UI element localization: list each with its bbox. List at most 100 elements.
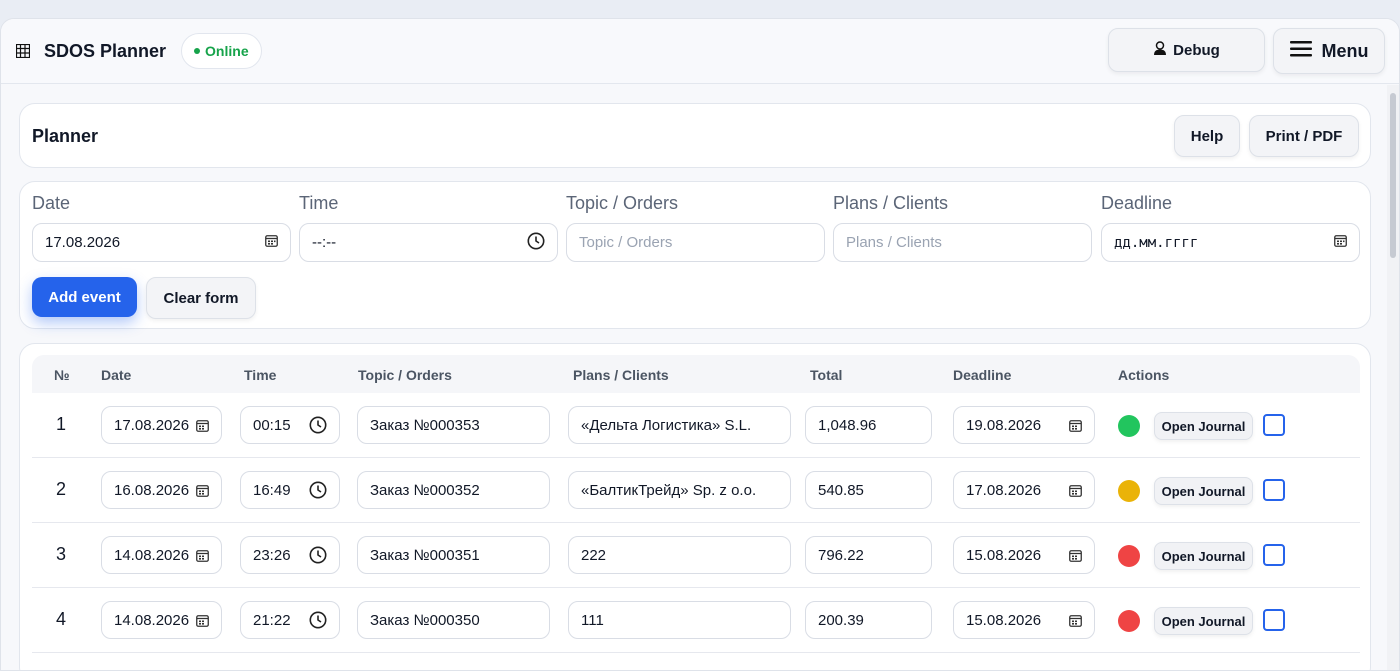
header-topic: Topic / Orders (358, 367, 452, 383)
deadline-input-value: дд.мм.гггг (1114, 234, 1199, 251)
row-total-input[interactable]: 796.22 (805, 536, 932, 574)
table-header: № Date Time Topic / Orders Plans / Clien… (32, 355, 1360, 393)
calendar-icon[interactable] (1069, 549, 1082, 562)
menu-button[interactable]: Menu (1273, 28, 1385, 74)
topbar-actions: Debug Menu (1108, 28, 1385, 74)
event-form-card: Date 17.08.2026 Time --:-- Topic / Order… (19, 181, 1371, 329)
time-input[interactable]: --:-- (299, 223, 558, 262)
row-time-input[interactable]: 00:15 (240, 406, 340, 444)
row-topic-value: Заказ №000350 (370, 611, 480, 629)
calendar-icon[interactable] (1069, 419, 1082, 432)
calendar-icon[interactable] (196, 549, 209, 562)
row-time-input[interactable]: 21:22 (240, 601, 340, 639)
row-total-value: 1,048.96 (818, 416, 877, 434)
calendar-icon[interactable] (265, 234, 278, 251)
topic-placeholder: Topic / Orders (579, 234, 673, 251)
header-num: № (54, 367, 70, 383)
status-indicator (1118, 545, 1140, 567)
row-number: 1 (55, 414, 66, 434)
row-select-checkbox[interactable] (1263, 544, 1285, 566)
row-plans-input[interactable]: 222 (568, 536, 791, 574)
calendar-icon[interactable] (1069, 484, 1082, 497)
menu-label: Menu (1321, 40, 1369, 61)
open-journal-button[interactable]: Open Journal (1154, 607, 1253, 635)
clear-form-button[interactable]: Clear form (146, 277, 256, 319)
row-date-value: 17.08.2026 (114, 416, 190, 434)
clock-icon[interactable] (527, 232, 545, 254)
clock-icon[interactable] (309, 611, 327, 629)
row-date-input[interactable]: 14.08.2026 (101, 601, 222, 639)
table-row: 2 16.08.2026 16:49 Заказ №000352 «Балтик… (32, 458, 1360, 523)
debug-label: Debug (1173, 41, 1220, 59)
row-plans-value: «Дельта Логистика» S.L. (581, 416, 752, 434)
date-input-value: 17.08.2026 (45, 234, 121, 251)
plans-label: Plans / Clients (833, 193, 949, 213)
table-row: 3 14.08.2026 23:26 Заказ №000351 222 796… (32, 523, 1360, 588)
open-journal-button[interactable]: Open Journal (1154, 542, 1253, 570)
calendar-grid-icon (15, 43, 31, 59)
row-total-input[interactable]: 540.85 (805, 471, 932, 509)
page-title: Planner (32, 126, 99, 146)
row-time-input[interactable]: 23:26 (240, 536, 340, 574)
print-pdf-button[interactable]: Print / PDF (1249, 115, 1359, 157)
top-bar: SDOS Planner Online Debug Menu (1, 19, 1399, 84)
calendar-icon[interactable] (1069, 614, 1082, 627)
row-time-input[interactable]: 16:49 (240, 471, 340, 509)
status-dot-icon (194, 48, 201, 54)
row-topic-input[interactable]: Заказ №000351 (357, 536, 550, 574)
help-button[interactable]: Help (1174, 115, 1240, 157)
row-plans-input[interactable]: 111 (568, 601, 791, 639)
row-deadline-input[interactable]: 15.08.2026 (953, 536, 1095, 574)
deadline-label: Deadline (1101, 193, 1173, 213)
row-select-checkbox[interactable] (1263, 479, 1285, 501)
clock-icon[interactable] (309, 546, 327, 564)
add-event-button[interactable]: Add event (32, 277, 137, 317)
row-topic-input[interactable]: Заказ №000352 (357, 471, 550, 509)
header-time: Time (244, 367, 277, 383)
clock-icon[interactable] (309, 416, 327, 434)
row-deadline-input[interactable]: 15.08.2026 (953, 601, 1095, 639)
planner-header-card: Planner Help Print / PDF (19, 103, 1371, 168)
open-journal-button[interactable]: Open Journal (1154, 412, 1253, 440)
row-topic-input[interactable]: Заказ №000350 (357, 601, 550, 639)
row-deadline-input[interactable]: 17.08.2026 (953, 471, 1095, 509)
status-badge: Online (181, 33, 262, 69)
deadline-input[interactable]: дд.мм.гггг (1101, 223, 1360, 262)
user-icon (1153, 40, 1167, 60)
row-date-input[interactable]: 16.08.2026 (101, 471, 222, 509)
calendar-icon[interactable] (1334, 234, 1347, 251)
row-deadline-value: 15.08.2026 (966, 546, 1042, 564)
row-total-input[interactable]: 1,048.96 (805, 406, 932, 444)
row-select-checkbox[interactable] (1263, 609, 1285, 631)
row-total-input[interactable]: 200.39 (805, 601, 932, 639)
calendar-icon[interactable] (196, 614, 209, 627)
row-time-value: 21:22 (253, 611, 291, 629)
row-plans-input[interactable]: «БалтикТрейд» Sp. z o.o. (568, 471, 791, 509)
topic-input[interactable]: Topic / Orders (566, 223, 825, 262)
row-deadline-value: 15.08.2026 (966, 611, 1042, 629)
status-indicator (1118, 415, 1140, 437)
topic-label: Topic / Orders (566, 193, 679, 213)
row-deadline-input[interactable]: 19.08.2026 (953, 406, 1095, 444)
row-date-input[interactable]: 14.08.2026 (101, 536, 222, 574)
scroll-thumb[interactable] (1390, 93, 1396, 258)
row-plans-input[interactable]: «Дельта Логистика» S.L. (568, 406, 791, 444)
topic-field: Topic / Orders Topic / Orders (566, 192, 825, 262)
row-topic-input[interactable]: Заказ №000353 (357, 406, 550, 444)
calendar-icon[interactable] (196, 484, 209, 497)
row-time-value: 23:26 (253, 546, 291, 564)
row-select-checkbox[interactable] (1263, 414, 1285, 436)
row-number: 4 (55, 609, 66, 629)
plans-input[interactable]: Plans / Clients (833, 223, 1092, 262)
date-input[interactable]: 17.08.2026 (32, 223, 291, 262)
vertical-scrollbar[interactable] (1387, 85, 1399, 670)
header-actions: Actions (1118, 367, 1170, 383)
open-journal-button[interactable]: Open Journal (1154, 477, 1253, 505)
row-plans-value: 222 (581, 546, 607, 564)
row-date-input[interactable]: 17.08.2026 (101, 406, 222, 444)
date-field: Date 17.08.2026 (32, 192, 291, 262)
calendar-icon[interactable] (196, 419, 209, 432)
clock-icon[interactable] (309, 481, 327, 499)
events-table-card: № Date Time Topic / Orders Plans / Clien… (19, 343, 1371, 670)
debug-button[interactable]: Debug (1108, 28, 1265, 72)
